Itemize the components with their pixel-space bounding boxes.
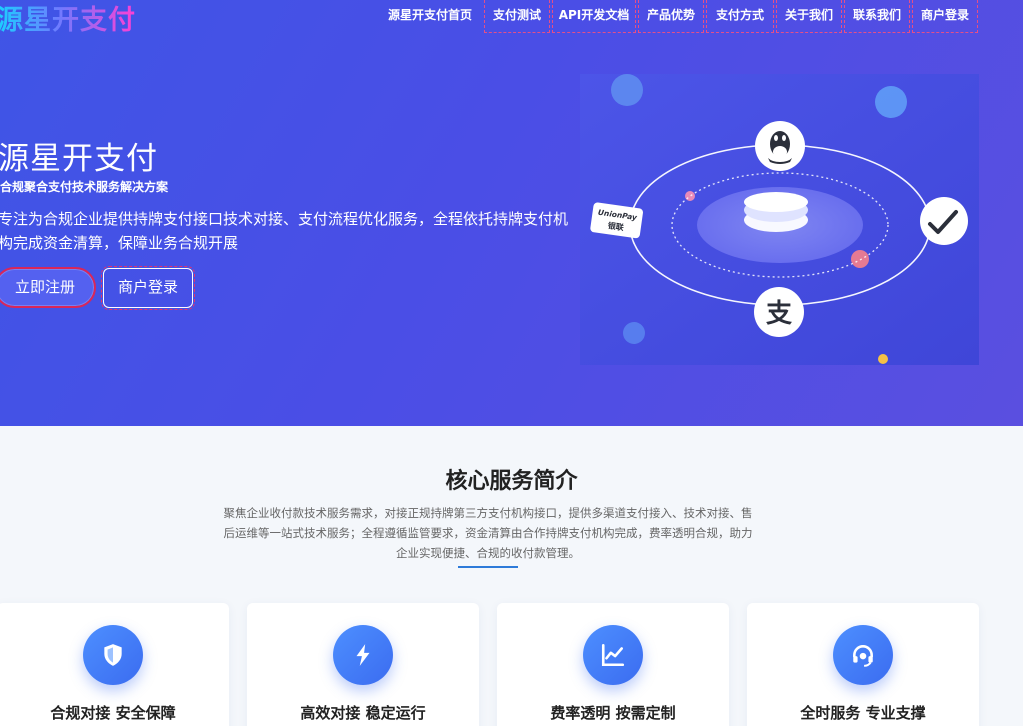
coin-stack [744,192,808,212]
register-button[interactable]: 立即注册 [0,267,96,308]
service-card[interactable]: 全时服务 专业支撑 [747,603,979,726]
decor-dot [611,74,643,106]
decor-dot [851,250,869,268]
wechat-icon [920,197,968,245]
svg-text:支: 支 [766,299,792,329]
headset-icon [833,625,893,685]
shield-icon [83,625,143,685]
alipay-icon: 支 [754,287,804,337]
decor-dot [878,354,888,364]
nav-item-home[interactable]: 源星开支付首页 [382,0,478,33]
service-description: 聚焦企业收付款技术服务需求，对接正规持牌第三方支付机构接口，提供多渠道支付接入、… [223,506,753,560]
service-card[interactable]: 合规对接 安全保障 [0,603,229,726]
nav-item-advantages[interactable]: 产品优势 [638,0,704,33]
lightning-icon [333,625,393,685]
service-card[interactable]: 费率透明 按需定制 [497,603,729,726]
card-title: 费率透明 按需定制 [550,704,676,722]
hero-title: 源星开支付 [0,141,158,177]
card-title: 合规对接 安全保障 [50,704,176,722]
nav-item-merchant-login[interactable]: 商户登录 [912,0,978,33]
hero-description: 专注为合规企业提供持牌支付接口技术对接、支付流程优化服务，全程依托持牌支付机构完… [0,210,569,252]
merchant-login-button[interactable]: 商户登录 [101,266,195,310]
qq-icon [755,121,805,171]
decor-dot [875,86,907,118]
chart-line-icon [583,625,643,685]
title-underline [458,566,518,568]
brand-logo[interactable]: 源星开支付 [0,0,136,37]
nav-item-payment-test[interactable]: 支付测试 [484,0,550,33]
hero-section: 源星开支付 源星开支付首页 支付测试 API开发文档 产品优势 支付方式 关于我… [0,0,1023,426]
nav-item-contact[interactable]: 联系我们 [844,0,910,33]
payment-illustration: 支 UnionPay 银联 [580,74,979,365]
service-card[interactable]: 高效对接 稳定运行 [247,603,479,726]
nav-item-api-docs[interactable]: API开发文档 [552,0,636,33]
card-title: 全时服务 专业支撑 [800,704,926,722]
nav-item-about[interactable]: 关于我们 [776,0,842,33]
decor-dot [685,191,695,201]
nav-item-payment-methods[interactable]: 支付方式 [706,0,774,33]
card-title: 高效对接 稳定运行 [300,704,426,722]
decor-dot [623,322,645,344]
service-title: 核心服务简介 [445,469,578,494]
hero-subtitle: 合规聚合支付技术服务解决方案 [0,180,169,194]
